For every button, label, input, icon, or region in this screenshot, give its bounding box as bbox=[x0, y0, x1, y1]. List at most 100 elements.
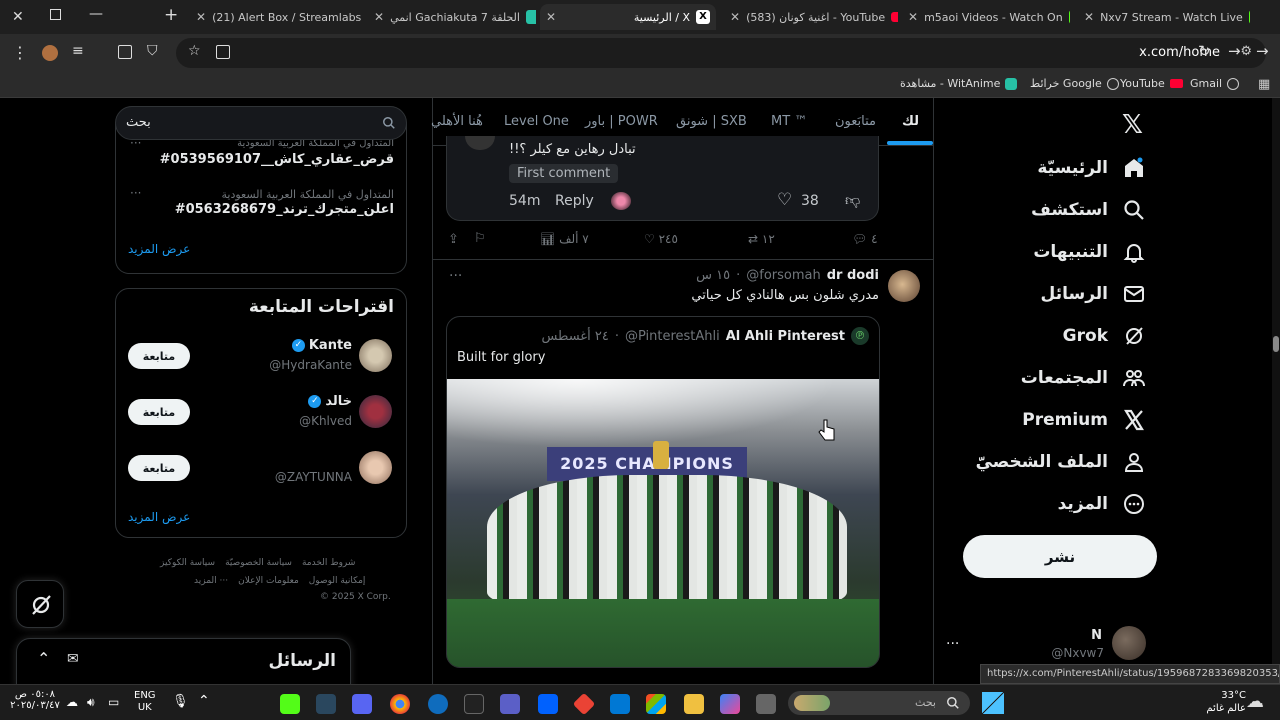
footer-link[interactable]: سياسة الكوكيز bbox=[160, 558, 215, 568]
suggested-user[interactable]: متابعة خالد ✓ @Khlved bbox=[116, 393, 406, 433]
restore-window-icon[interactable] bbox=[50, 9, 61, 20]
back-icon[interactable]: → bbox=[1256, 42, 1269, 60]
nav-premium[interactable]: Premium bbox=[1022, 408, 1146, 432]
chrome-icon[interactable] bbox=[390, 694, 410, 714]
outlook-icon[interactable] bbox=[610, 694, 630, 714]
reposts-stat[interactable]: ⇄ ١٢ bbox=[748, 232, 775, 246]
display-icon[interactable]: ▭ bbox=[108, 695, 119, 709]
trend-item[interactable]: المتداول في المملكة العربية السعودية #قر… bbox=[116, 134, 406, 174]
reply-card[interactable]: تبادل رهاين مع كيلر ؟!! First comment 54… bbox=[446, 136, 879, 221]
nav-messages[interactable]: الرسائل bbox=[1041, 282, 1146, 306]
nav-more[interactable]: المزيد bbox=[1058, 492, 1146, 516]
star-bookmark-icon[interactable]: ☆ bbox=[188, 43, 201, 59]
app-diamond-icon[interactable] bbox=[572, 692, 596, 716]
tab-streamlabs[interactable]: ✕ (21) Alert Box / Streamlabs bbox=[190, 4, 366, 30]
tab-following[interactable]: متابَعون bbox=[835, 114, 876, 129]
scrollbar-thumb[interactable] bbox=[1273, 336, 1279, 352]
apps-grid-icon[interactable]: ▦ bbox=[1258, 77, 1270, 92]
tab-close-icon[interactable]: ✕ bbox=[196, 10, 206, 24]
steam-icon[interactable] bbox=[316, 694, 336, 714]
network-icon[interactable]: ☁ bbox=[66, 695, 78, 709]
extension-avatar-icon[interactable] bbox=[42, 45, 58, 61]
taskbar-search-input[interactable]: بحث bbox=[915, 696, 936, 709]
suggestions-show-more-link[interactable]: عرض المزيد bbox=[128, 510, 190, 524]
reading-list-icon[interactable]: ≡ bbox=[72, 43, 84, 59]
replies-stat[interactable]: 💬︎ ٤ bbox=[852, 232, 878, 246]
windows-start-icon[interactable] bbox=[982, 692, 1004, 714]
file-explorer-icon[interactable] bbox=[684, 694, 704, 714]
tab-ahli[interactable]: هُنا الأهلي bbox=[431, 114, 483, 129]
tab-sxb[interactable]: شونق | SXB bbox=[676, 114, 747, 129]
bookmark-icon[interactable]: ⚐ bbox=[474, 231, 486, 246]
task-view-icon[interactable] bbox=[756, 694, 776, 714]
views-stat[interactable]: 📊︎ ٧ ألف bbox=[540, 232, 589, 246]
bookmark-youtube[interactable]: YouTube bbox=[1120, 77, 1183, 90]
volume-icon[interactable]: 🔊︎ bbox=[87, 695, 95, 710]
language-indicator[interactable]: ENG UK bbox=[134, 690, 156, 714]
tab-x-home[interactable]: ✕ الرئيسية / X X bbox=[540, 4, 716, 30]
follow-button[interactable]: متابعة bbox=[128, 399, 190, 425]
nav-notifications[interactable]: التنبيهات bbox=[1033, 240, 1146, 264]
messages-drawer[interactable]: الرسائل ⌃ ✉ bbox=[16, 638, 351, 684]
edge-icon[interactable] bbox=[428, 694, 448, 714]
store-icon[interactable] bbox=[646, 694, 666, 714]
nav-grok[interactable]: Grok bbox=[1063, 324, 1146, 348]
trend-item[interactable]: المتداول في المملكة العربية السعودية #اع… bbox=[116, 184, 406, 224]
share-icon[interactable]: ⇪ bbox=[448, 232, 459, 247]
tab-close-icon[interactable]: ✕ bbox=[730, 10, 740, 24]
reply-link[interactable]: Reply bbox=[555, 193, 594, 209]
taskbar-search[interactable]: بحث bbox=[788, 691, 970, 715]
suggested-user[interactable]: متابعة @ZAYTUNNA bbox=[116, 449, 406, 489]
nav-explore[interactable]: استكشف bbox=[1031, 198, 1146, 222]
trends-show-more-link[interactable]: عرض المزيد bbox=[128, 242, 190, 256]
expand-up-icon[interactable]: ⌃ bbox=[37, 649, 50, 668]
post-photo[interactable]: 2025 CHAMPIONS bbox=[447, 379, 879, 667]
tab-close-icon[interactable]: ✕ bbox=[1084, 10, 1094, 24]
tab-mt[interactable]: MT ™ bbox=[771, 114, 807, 129]
account-switcher[interactable]: ··· N @Nxvw7 bbox=[946, 620, 1152, 668]
post[interactable]: ··· ١٥ س · @forsomah dr dodi مدري شلون ب… bbox=[433, 260, 933, 684]
extensions-icon[interactable] bbox=[118, 45, 132, 59]
bookmark-google-maps[interactable]: خرائط Google bbox=[1030, 77, 1119, 90]
app-icon[interactable] bbox=[280, 694, 300, 714]
new-message-icon[interactable]: ✉ bbox=[67, 651, 79, 667]
bookmark-gmail[interactable]: Gmail bbox=[1190, 77, 1240, 90]
reload-icon[interactable]: ↻ bbox=[1198, 42, 1211, 60]
footer-link[interactable]: إمكانية الوصول bbox=[309, 576, 366, 586]
footer-link[interactable]: شروط الخدمة bbox=[302, 558, 355, 568]
dropbox-icon[interactable] bbox=[538, 694, 558, 714]
new-tab-icon[interactable]: + bbox=[164, 5, 178, 25]
search-box[interactable]: بحث bbox=[115, 106, 407, 140]
tray-chevron-icon[interactable]: ⌃ bbox=[198, 693, 210, 709]
post-author-name[interactable]: dr dodi bbox=[827, 268, 879, 283]
weather-widget[interactable]: 33°C عالم غائم bbox=[1196, 689, 1246, 717]
more-horizontal-icon[interactable]: ··· bbox=[130, 186, 141, 200]
microphone-icon[interactable]: 🎙︎ bbox=[172, 694, 189, 709]
tab-kick-m5aoi[interactable]: ✕ m5aoi Videos - Watch On bbox=[902, 4, 1070, 30]
minimize-window-icon[interactable]: — bbox=[89, 6, 103, 22]
discord-icon[interactable] bbox=[352, 694, 372, 714]
close-window-icon[interactable]: ✕ bbox=[12, 9, 24, 25]
nav-profile[interactable]: الملف الشخصيّ bbox=[976, 450, 1146, 474]
search-input[interactable]: بحث bbox=[126, 115, 151, 130]
footer-link[interactable]: المزيد ··· bbox=[194, 576, 228, 586]
shield-icon[interactable]: ⛉ bbox=[147, 43, 158, 59]
tab-kick-nxv7[interactable]: ✕ Nxv7 Stream - Watch Live bbox=[1078, 4, 1250, 30]
bookmark-witanime[interactable]: مشاهدة - WitAnime bbox=[900, 77, 1018, 90]
tab-powr[interactable]: باور | POWR bbox=[585, 114, 658, 129]
likes-stat[interactable]: ♡ ٢٤٥ bbox=[644, 232, 678, 246]
browser-menu-icon[interactable]: ⋮ bbox=[12, 43, 28, 62]
footer-link[interactable]: سياسة الخصوصيّة bbox=[225, 558, 292, 568]
dislike-icon[interactable]: 👎︎ bbox=[845, 191, 860, 210]
post-more-icon[interactable]: ··· bbox=[449, 268, 462, 284]
tab-close-icon[interactable]: ✕ bbox=[908, 10, 918, 24]
scrollbar[interactable] bbox=[1272, 98, 1280, 684]
follow-button[interactable]: متابعة bbox=[128, 343, 190, 369]
footer-link[interactable]: معلومات الإعلان bbox=[238, 576, 299, 586]
tab-for-you[interactable]: لك bbox=[902, 114, 919, 129]
share-icon[interactable] bbox=[216, 45, 230, 59]
forward-icon[interactable]: → bbox=[1228, 42, 1241, 60]
x-logo-icon[interactable]: 𝕏 bbox=[1122, 110, 1143, 140]
epic-games-icon[interactable] bbox=[464, 694, 484, 714]
tab-gachiakuta[interactable]: ✕ انمي Gachiakuta الحلقة 7 bbox=[368, 4, 536, 30]
